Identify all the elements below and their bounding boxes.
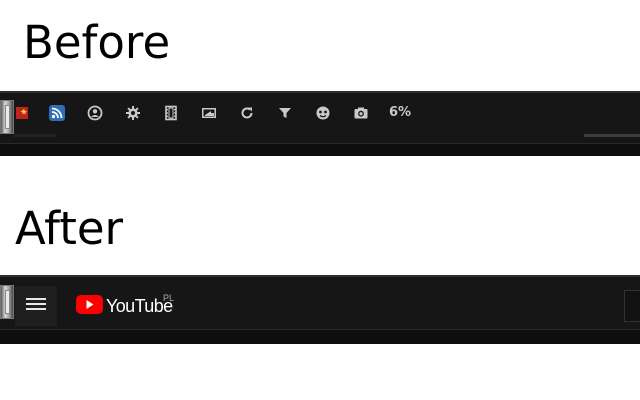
window-resize-handle[interactable]	[0, 100, 14, 134]
hamburger-menu-button[interactable]	[15, 286, 57, 326]
search-box-edge[interactable]	[624, 290, 640, 322]
page-content-strip	[0, 330, 640, 344]
progress-track	[584, 134, 640, 137]
gear-icon[interactable]	[125, 105, 141, 121]
film-strip-icon[interactable]	[163, 105, 179, 121]
youtube-logo-link[interactable]: YouTube	[76, 294, 173, 318]
masthead-top-border	[0, 275, 640, 277]
speed-percent-readout[interactable]: 6%	[389, 105, 411, 121]
picture-in-picture-icon[interactable]	[201, 105, 217, 121]
before-heading: Before	[23, 16, 171, 69]
toolbar-top-border	[0, 91, 640, 93]
theater-masks-icon[interactable]	[315, 105, 331, 121]
before-toolbar: 6%	[0, 91, 640, 156]
account-circle-icon[interactable]	[87, 105, 103, 121]
youtube-play-icon	[76, 294, 103, 318]
window-resize-handle[interactable]	[0, 285, 14, 319]
extension-icon[interactable]	[13, 105, 29, 121]
rss-feed-icon[interactable]	[49, 105, 65, 121]
loop-icon[interactable]	[239, 105, 255, 121]
camera-icon[interactable]	[353, 105, 369, 121]
hamburger-icon	[26, 296, 46, 316]
toolbar-strip	[14, 134, 56, 137]
filter-icon[interactable]	[277, 105, 293, 121]
page-content-strip	[0, 144, 640, 156]
after-masthead: YouTube PL	[0, 275, 640, 344]
after-heading: After	[15, 202, 124, 255]
country-code: PL	[163, 293, 175, 303]
